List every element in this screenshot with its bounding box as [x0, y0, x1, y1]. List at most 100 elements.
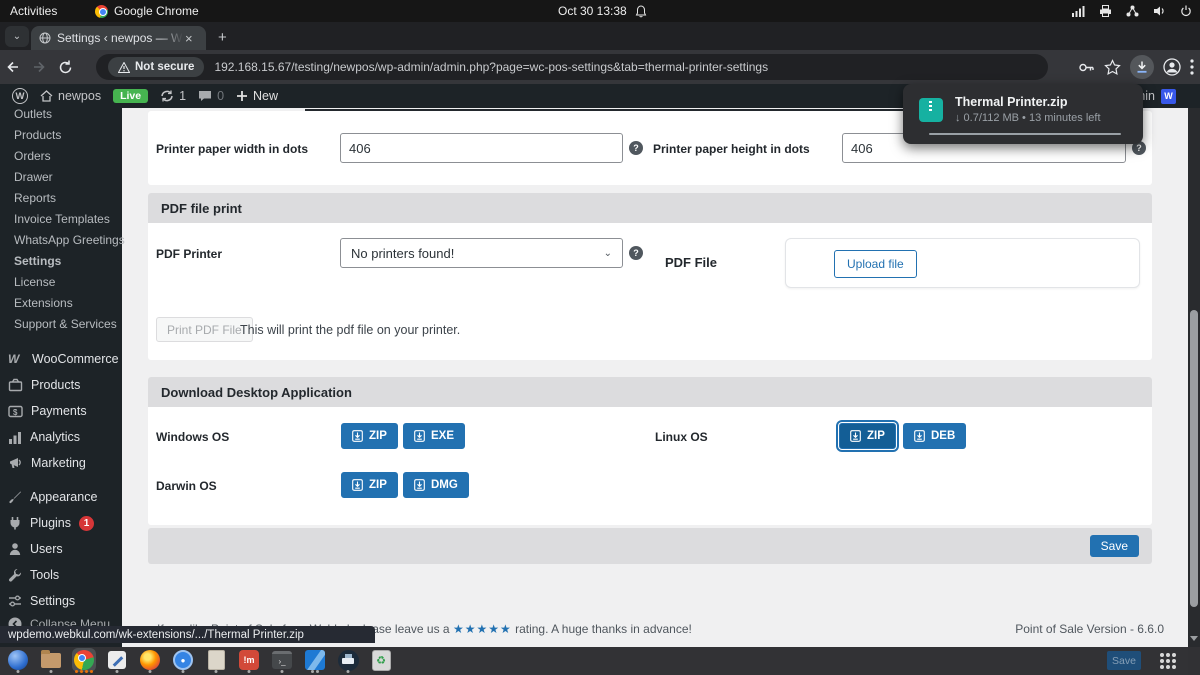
comments-menu[interactable]: 0 — [198, 89, 224, 103]
darwin-zip-button[interactable]: ZIP — [341, 472, 398, 498]
pdf-section-header: PDF file print — [148, 193, 1152, 223]
menu-label: Products — [31, 378, 81, 392]
settings-icon — [9, 595, 21, 607]
dock-im-app-icon[interactable]: !m — [237, 648, 261, 673]
dock-terminal-icon[interactable]: ›_ — [270, 648, 294, 673]
passwords-key-icon[interactable] — [1078, 59, 1095, 76]
print-pdf-button[interactable]: Print PDF File — [156, 317, 253, 342]
ubuntu-dock: Save ● !m ›_ ♻ — [0, 647, 1200, 675]
profile-icon[interactable] — [1163, 58, 1181, 76]
dock-chrome-icon[interactable] — [72, 648, 96, 673]
paper-width-input[interactable] — [340, 133, 623, 163]
show-applications-icon[interactable] — [1160, 653, 1176, 669]
download-arrow-icon — [352, 479, 363, 491]
updates-icon — [161, 90, 173, 102]
sidebar-item-appearance[interactable]: Appearance — [0, 484, 122, 510]
ubuntu-top-bar: Activities Google Chrome Oct 30 13:38 — [0, 0, 1200, 22]
back-button[interactable] — [0, 59, 26, 75]
download-arrow-icon — [414, 479, 425, 491]
dock-printer-app-icon[interactable] — [336, 648, 360, 673]
clock-menu[interactable]: Oct 30 13:38 — [558, 4, 647, 18]
sidebar-item-plugins[interactable]: Plugins 1 — [0, 510, 122, 536]
print-pdf-hint: This will print the pdf file on your pri… — [240, 323, 461, 337]
sidebar-item-support-services[interactable]: Support & Services — [0, 314, 122, 335]
address-bar[interactable]: Not secure 192.168.15.67/testing/newpos/… — [96, 54, 1048, 80]
sidebar-item-products-pos[interactable]: Products — [0, 125, 122, 146]
sidebar-item-tools[interactable]: Tools — [0, 562, 122, 588]
sidebar-item-products[interactable]: Products — [0, 372, 122, 398]
dock-messaging-icon[interactable]: ● — [171, 648, 195, 673]
pdf-file-label: PDF File — [665, 255, 718, 270]
pos-submenu: Outlets Products Orders Drawer Reports I… — [0, 104, 125, 335]
sidebar-item-payments[interactable]: $ Payments — [0, 398, 122, 424]
menu-dots-icon[interactable] — [1190, 59, 1194, 75]
linux-zip-button[interactable]: ZIP — [839, 423, 896, 449]
marketing-icon — [10, 458, 21, 468]
scrollbar-thumb[interactable] — [1190, 310, 1198, 607]
dock-updater-icon[interactable]: ♻ — [369, 648, 393, 672]
pdf-printer-select[interactable]: No printers found! ⌄ — [340, 238, 623, 268]
darwin-dmg-button[interactable]: DMG — [403, 472, 469, 498]
sidebar-item-marketing[interactable]: Marketing — [0, 450, 122, 476]
scroll-down-arrow[interactable] — [1190, 636, 1198, 641]
rating-stars[interactable]: ★★★★★ — [453, 622, 512, 636]
focused-app-menu[interactable]: Google Chrome — [95, 4, 199, 18]
tab-close-icon[interactable]: × — [185, 31, 193, 46]
pdf-print-panel: PDF file print PDF Printer No printers f… — [148, 193, 1152, 360]
sidebar-item-license[interactable]: License — [0, 272, 122, 293]
site-menu[interactable]: newpos — [40, 89, 101, 103]
home-icon — [40, 90, 53, 102]
dock-text-editor-icon[interactable] — [105, 648, 129, 673]
updates-menu[interactable]: 1 — [160, 89, 186, 103]
linux-deb-button[interactable]: DEB — [903, 423, 967, 449]
windows-os-label: Windows OS — [156, 430, 230, 444]
page-scrollbar[interactable] — [1188, 84, 1200, 675]
site-name: newpos — [58, 89, 102, 103]
upload-file-button[interactable]: Upload file — [834, 250, 917, 278]
bell-icon — [635, 4, 647, 17]
sidebar-item-settings-current[interactable]: Settings — [0, 251, 122, 272]
dock-firefox-icon[interactable] — [138, 648, 162, 673]
dock-files-icon[interactable] — [39, 648, 63, 673]
sidebar-item-analytics[interactable]: Analytics — [0, 424, 122, 450]
globe-icon — [39, 32, 51, 44]
save-button[interactable]: Save — [1089, 535, 1139, 557]
sidebar-item-users[interactable]: Users — [0, 536, 122, 562]
new-label: New — [253, 89, 279, 103]
comment-count: 0 — [217, 89, 225, 103]
active-tab[interactable]: Settings ‹ newpos — Wo × — [31, 26, 206, 50]
sidebar-item-woocommerce[interactable]: W WooCommerce — [0, 346, 122, 372]
paper-width-help-icon[interactable]: ? — [629, 141, 643, 155]
new-content-menu[interactable]: New — [236, 89, 278, 103]
dock-blue-app-icon[interactable] — [6, 648, 30, 673]
windows-exe-button[interactable]: EXE — [403, 423, 466, 449]
pdf-printer-help-icon[interactable]: ? — [629, 246, 643, 260]
bookmark-star-icon[interactable] — [1104, 58, 1121, 76]
dock-vscode-icon[interactable] — [303, 648, 327, 673]
system-tray[interactable] — [1072, 5, 1192, 17]
paper-height-label: Printer paper height in dots — [653, 142, 810, 156]
live-badge: Live — [113, 89, 149, 103]
pdf-file-dropzone[interactable]: Upload file — [785, 238, 1140, 288]
sidebar-item-reports[interactable]: Reports — [0, 188, 122, 209]
reload-button[interactable] — [52, 60, 78, 75]
dock-document-icon[interactable] — [204, 648, 228, 673]
security-chip[interactable]: Not secure — [108, 57, 205, 77]
sidebar-item-whatsapp-greetings[interactable]: WhatsApp Greetings — [0, 230, 125, 251]
download-bubble[interactable]: Thermal Printer.zip ↓ 0.7/112 MB • 13 mi… — [903, 84, 1143, 144]
payments-icon: $ — [8, 405, 23, 417]
downloads-button[interactable] — [1130, 55, 1154, 79]
new-tab-button[interactable]: + — [218, 29, 227, 46]
sidebar-item-invoice-templates[interactable]: Invoice Templates — [0, 209, 122, 230]
sidebar-item-drawer[interactable]: Drawer — [0, 167, 122, 188]
tab-search-button[interactable]: ⌄ — [5, 26, 29, 47]
forward-button[interactable] — [26, 59, 52, 75]
activities-button[interactable]: Activities — [10, 4, 57, 18]
pdf-printer-selected: No printers found! — [351, 245, 455, 261]
sidebar-item-extensions[interactable]: Extensions — [0, 293, 122, 314]
url-text: 192.168.15.67/testing/newpos/wp-admin/ad… — [214, 60, 769, 74]
sidebar-item-orders[interactable]: Orders — [0, 146, 122, 167]
windows-zip-button[interactable]: ZIP — [341, 423, 398, 449]
wp-logo-menu[interactable]: W — [12, 88, 28, 104]
sidebar-item-settings[interactable]: Settings — [0, 588, 122, 614]
